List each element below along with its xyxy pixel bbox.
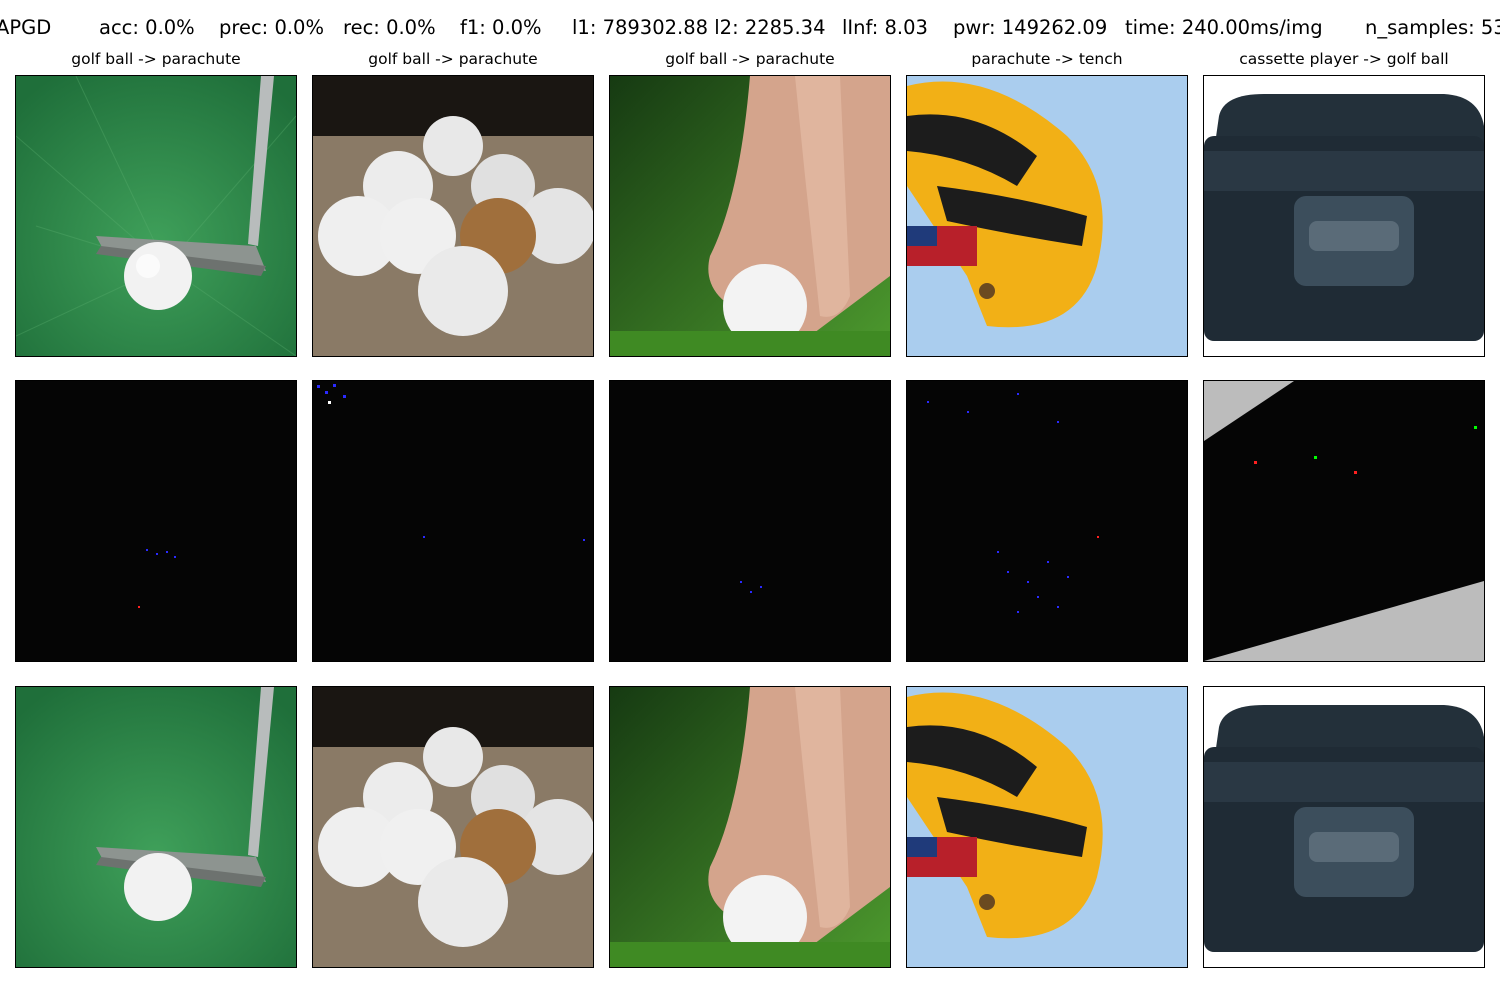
adversarial-image-golf-balls xyxy=(312,686,594,968)
time-metric: time: 240.00ms/img xyxy=(1125,16,1323,39)
samples-metric: n_samples: 53 xyxy=(1365,16,1500,39)
original-image-golf-balls xyxy=(312,75,594,357)
accuracy-metric: acc: 0.0% xyxy=(99,16,195,39)
adversarial-image-cassette-player xyxy=(1203,686,1485,968)
linf-metric: lInf: 8.03 xyxy=(842,16,928,39)
original-image-golf-putter xyxy=(15,75,297,357)
original-image-cassette-player xyxy=(1203,75,1485,357)
perturbation-map-1 xyxy=(15,380,297,662)
precision-metric: prec: 0.0% xyxy=(219,16,324,39)
perturbation-map-4 xyxy=(906,380,1188,662)
column-title-3: golf ball -> parachute xyxy=(665,50,835,68)
recall-metric: rec: 0.0% xyxy=(343,16,436,39)
adversarial-image-hand-golf-ball xyxy=(609,686,891,968)
column-title-2: golf ball -> parachute xyxy=(368,50,538,68)
f1-metric: f1: 0.0% xyxy=(460,16,542,39)
column-title-4: parachute -> tench xyxy=(971,50,1123,68)
adversarial-image-parachute xyxy=(906,686,1188,968)
perturbation-map-2 xyxy=(312,380,594,662)
column-title-1: golf ball -> parachute xyxy=(71,50,241,68)
column-title-5: cassette player -> golf ball xyxy=(1239,50,1449,68)
perturbation-map-3 xyxy=(609,380,891,662)
method-label: APGD xyxy=(0,16,52,39)
l1-l2-metric: l1: 789302.88 l2: 2285.34 xyxy=(572,16,826,39)
perturbation-map-5 xyxy=(1203,380,1485,662)
original-image-parachute xyxy=(906,75,1188,357)
power-metric: pwr: 149262.09 xyxy=(953,16,1108,39)
original-image-hand-golf-ball xyxy=(609,75,891,357)
adversarial-image-golf-putter xyxy=(15,686,297,968)
